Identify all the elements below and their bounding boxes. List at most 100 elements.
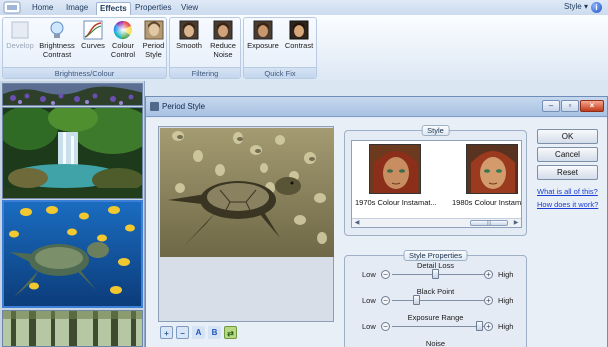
slider-knob[interactable]: [476, 321, 484, 331]
contrast-label: Contrast: [284, 41, 314, 50]
slider-high-label: High: [498, 296, 514, 305]
scroll-right-icon[interactable]: ▶: [512, 220, 520, 227]
style-menu[interactable]: Style ▾: [564, 2, 588, 11]
develop-icon: [11, 21, 29, 39]
ribbon: Home Image Effects Properties View Style…: [0, 0, 608, 80]
thumbnail-forest[interactable]: [2, 310, 143, 347]
slider-row: Detail Loss Low − + High: [345, 261, 526, 283]
develop-label: Develop: [6, 41, 34, 50]
slider-label: Black Point: [416, 287, 455, 296]
waterfall-image: [3, 108, 142, 198]
slider-increase-icon[interactable]: +: [484, 322, 493, 331]
tab-view[interactable]: View: [178, 2, 201, 15]
slider-knob[interactable]: [431, 269, 439, 279]
slider-row: Exposure Range Low − + High: [345, 313, 526, 335]
colour-control-button[interactable]: Colour Control: [108, 20, 138, 59]
preview-panel: [158, 126, 334, 322]
tab-home[interactable]: Home: [29, 2, 56, 15]
minimize-button[interactable]: –: [542, 100, 560, 112]
horizontal-scrollbar[interactable]: ◀ ||| ▶: [352, 218, 521, 227]
slider-increase-icon[interactable]: +: [484, 296, 493, 305]
group-label-filtering: Filtering: [170, 67, 240, 78]
dialog-titlebar[interactable]: Period Style – ▫ ×: [146, 97, 607, 117]
view-a-button[interactable]: A: [192, 326, 205, 339]
slider-high-label: High: [498, 322, 514, 331]
info-icon[interactable]: i: [591, 2, 602, 13]
preview-image[interactable]: [160, 128, 334, 257]
slider-decrease-icon[interactable]: −: [381, 296, 390, 305]
menu-bar: Home Image Effects Properties View Style…: [0, 0, 608, 15]
style-thumb-1970s: [369, 144, 421, 194]
slider-track[interactable]: [392, 300, 484, 301]
style-item-1980s[interactable]: 1980s Colour Instamat...: [452, 144, 522, 216]
slider-row: NoiseLow−+High: [345, 339, 526, 347]
ribbon-body: Develop Brightness Contrast Curves Colou…: [0, 15, 608, 80]
style-caption-1970s: 1970s Colour Instamat...: [355, 198, 437, 207]
tab-effects[interactable]: Effects: [96, 2, 131, 15]
preview-toolbar: + − A B ⇄: [158, 324, 334, 342]
portrait-1970s-image: [370, 145, 420, 193]
smooth-label: Smooth: [176, 41, 202, 50]
slider-increase-icon[interactable]: +: [484, 270, 493, 279]
slider-knob[interactable]: [413, 295, 421, 305]
group-brightness-colour: Develop Brightness Contrast Curves Colou…: [2, 17, 167, 79]
contrast-button[interactable]: Contrast: [282, 20, 316, 50]
curves-icon: [83, 20, 103, 40]
style-menu-label: Style: [563, 2, 582, 11]
view-b-button[interactable]: B: [208, 326, 221, 339]
group-label-brightness-colour: Brightness/Colour: [3, 67, 166, 78]
style-item-1970s[interactable]: 1970s Colour Instamat...: [355, 144, 437, 216]
curves-label: Curves: [81, 41, 105, 50]
slider-label: Exposure Range: [407, 313, 464, 322]
reset-button[interactable]: Reset: [537, 165, 598, 180]
thumbnail-waterfall[interactable]: [2, 107, 143, 199]
brightness-contrast-button[interactable]: Brightness Contrast: [37, 20, 77, 59]
thumbnail-sea-turtle[interactable]: [2, 200, 143, 308]
group-quick-fix: Exposure Contrast Quick Fix: [243, 17, 317, 79]
style-caption-1980s: 1980s Colour Instamat...: [452, 198, 522, 207]
sepia-turtle-preview: [160, 128, 334, 257]
zoom-out-icon[interactable]: −: [176, 326, 189, 339]
period-style-button[interactable]: Period Style: [140, 20, 167, 59]
slider-decrease-icon[interactable]: −: [381, 270, 390, 279]
slider-high-label: High: [498, 270, 514, 279]
style-groupbox-title: Style: [421, 125, 450, 136]
ok-button[interactable]: OK: [537, 129, 598, 144]
tab-properties[interactable]: Properties: [132, 2, 174, 15]
slider-low-label: Low: [362, 322, 376, 331]
period-style-label: Period Style: [142, 41, 165, 59]
tab-image[interactable]: Image: [63, 2, 91, 15]
curves-button[interactable]: Curves: [79, 20, 107, 50]
portrait-1980s-image: [467, 145, 517, 193]
cancel-button[interactable]: Cancel: [537, 147, 598, 162]
restore-button[interactable]: ▫: [561, 100, 579, 112]
exposure-label: Exposure: [247, 41, 279, 50]
slider-row: Black Point Low − + High: [345, 287, 526, 309]
slider-track[interactable]: [392, 326, 484, 327]
slider-decrease-icon[interactable]: −: [381, 322, 390, 331]
develop-button: Develop: [5, 20, 35, 50]
brightness-contrast-label: Brightness Contrast: [39, 41, 75, 59]
scrollbar-thumb[interactable]: |||: [470, 220, 508, 226]
style-properties-title: Style Properties: [403, 250, 468, 261]
style-list: 1970s Colour Instamat... 1980s Colour In…: [351, 140, 522, 228]
style-groupbox: Style 1970s Colour Instamat... 1980s Col…: [344, 125, 527, 236]
style-thumb-1980s: [466, 144, 518, 194]
scroll-left-icon[interactable]: ◀: [353, 220, 361, 227]
exposure-button[interactable]: Exposure: [246, 20, 280, 50]
how-does-it-work-link[interactable]: How does it work?: [537, 200, 598, 209]
style-properties-groupbox: Style Properties Detail Loss Low − + High Bla…: [344, 250, 527, 347]
colour-control-label: Colour Control: [110, 41, 136, 59]
what-is-this-link[interactable]: What is all of this?: [537, 187, 598, 196]
reduce-noise-button[interactable]: Reduce Noise: [207, 20, 239, 59]
thumbnail-purple-flowers[interactable]: [2, 83, 143, 106]
compare-icon[interactable]: ⇄: [224, 326, 237, 339]
portrait-icon: [144, 20, 163, 40]
app-menu-icon[interactable]: [3, 1, 21, 14]
dialog-title: Period Style: [162, 102, 206, 111]
contrast-face-icon: [289, 20, 309, 40]
reduce-noise-label: Reduce Noise: [210, 41, 236, 59]
close-button[interactable]: ×: [580, 100, 604, 112]
zoom-in-icon[interactable]: +: [160, 326, 173, 339]
smooth-button[interactable]: Smooth: [173, 20, 205, 50]
